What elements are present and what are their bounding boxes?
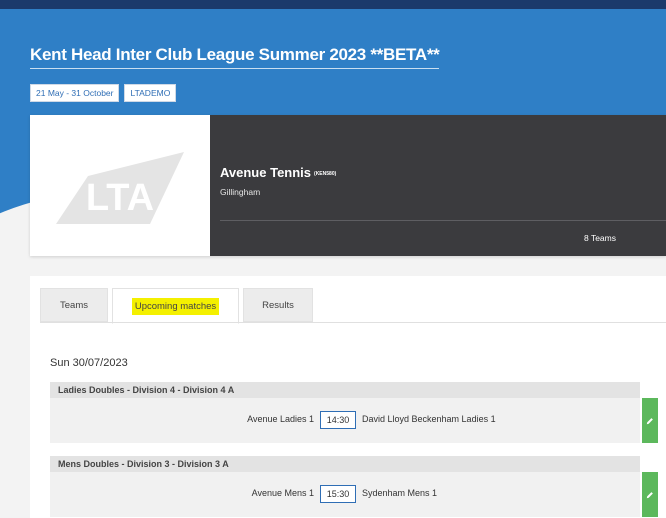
match-group: Ladies Doubles - Division 4 - Division 4… [50,382,658,443]
league-dates-badge: 21 May - 31 October [30,84,120,102]
tab-results[interactable]: Results [243,288,313,322]
tab-teams[interactable]: Teams [40,288,108,322]
away-team[interactable]: Sydenham Mens 1 [362,488,437,498]
tab-teams-label: Teams [60,299,88,311]
match-time: 14:30 [320,411,356,429]
edit-match-button[interactable] [642,398,658,443]
lta-logo-lettering: LTA [86,177,154,219]
match-row: Avenue Mens 1 15:30 Sydenham Mens 1 [50,472,658,517]
club-teams-count: 8 Teams [584,233,616,243]
club-divider [220,220,666,221]
pencil-icon [646,417,653,424]
match-row: Avenue Ladies 1 14:30 David Lloyd Becken… [50,398,658,443]
league-code-badge: LTADEMO [124,84,177,102]
tab-upcoming-matches-label: Upcoming matches [131,297,220,315]
club-info: Avenue Tennis (KEN580) Gillingham 8 Teams [210,115,666,256]
away-team[interactable]: David Lloyd Beckenham Ladies 1 [362,414,496,424]
club-code: (KEN580) [314,170,337,177]
match-group: Mens Doubles - Division 3 - Division 3 A… [50,456,658,517]
club-card: LTA Avenue Tennis (KEN580) Gillingham 8 T… [30,115,666,256]
tab-bar: Teams Upcoming matches Results [40,288,313,324]
lta-logo-icon: LTA [56,151,184,224]
tabs-divider [40,322,666,323]
tab-upcoming-matches[interactable]: Upcoming matches [112,288,239,324]
top-nav-strip [0,0,666,9]
league-badges: 21 May - 31 October LTADEMO [30,84,177,102]
club-logo: LTA [30,115,210,256]
date-heading: Sun 30/07/2023 [50,357,128,369]
match-time: 15:30 [320,485,356,503]
division-header: Mens Doubles - Division 3 - Division 3 A [50,456,640,472]
home-team[interactable]: Avenue Mens 1 [252,488,314,498]
pencil-icon [646,491,653,498]
home-team[interactable]: Avenue Ladies 1 [247,414,314,424]
matches-panel: Teams Upcoming matches Results Sun 30/07… [30,276,666,518]
tab-results-label: Results [262,299,294,311]
edit-match-button[interactable] [642,472,658,517]
club-name: Avenue Tennis (KEN580) [220,165,336,180]
club-name-text: Avenue Tennis [220,165,312,180]
league-title: Kent Head Inter Club League Summer 2023 … [30,45,440,69]
club-town: Gillingham [220,187,261,197]
division-header: Ladies Doubles - Division 4 - Division 4… [50,382,640,398]
